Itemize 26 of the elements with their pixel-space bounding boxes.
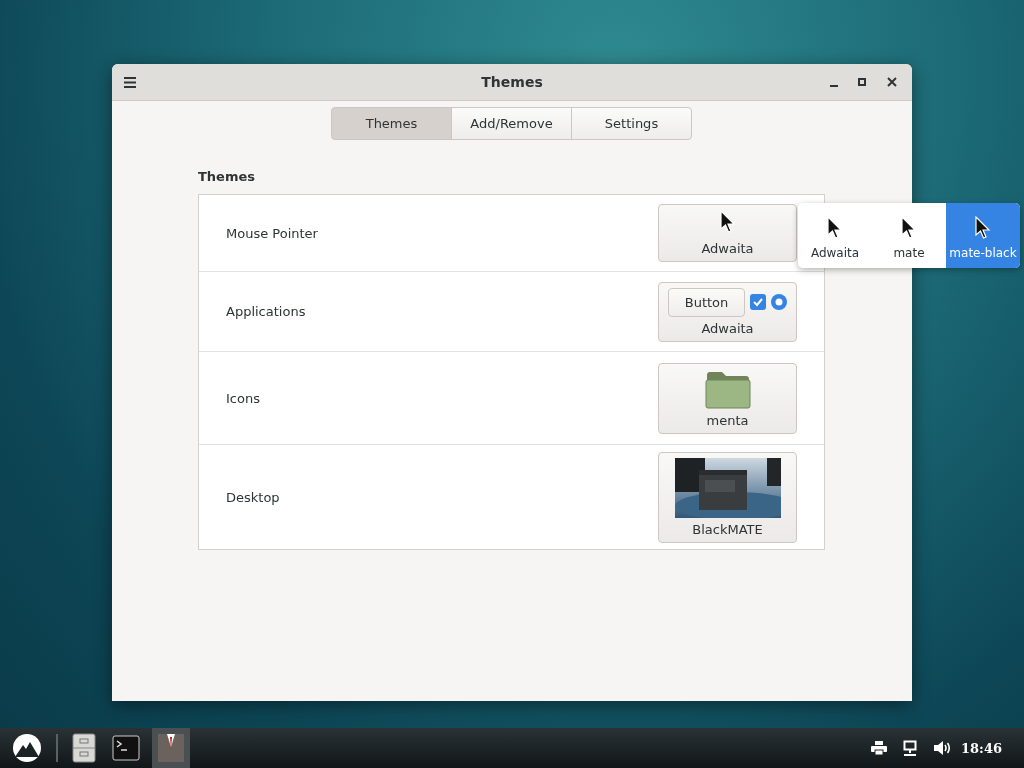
maximize-icon — [856, 76, 868, 88]
window-title: Themes — [481, 74, 543, 90]
row-label: Mouse Pointer — [226, 225, 319, 241]
menu-item[interactable]: Adwaita — [798, 203, 872, 268]
theme-picker[interactable]: Button Adwaita — [658, 281, 797, 342]
pointer-icon — [901, 216, 917, 240]
row-label: Applications — [226, 304, 307, 319]
row-label: Icons — [226, 390, 261, 406]
theme-picker[interactable]: Adwaita — [658, 204, 797, 262]
theme-picker[interactable]: BlackMATE — [658, 451, 797, 543]
tab[interactable]: Add/Remove — [451, 107, 572, 140]
minimize-icon — [830, 85, 838, 87]
pointer-icon — [719, 210, 736, 234]
section-title: Themes — [198, 169, 257, 184]
row-label: Desktop — [226, 489, 281, 505]
pointer-icon — [975, 216, 991, 240]
tab[interactable]: Settings — [571, 107, 692, 140]
menu-item[interactable]: mate-black — [946, 203, 1020, 268]
pointer-icon — [827, 216, 843, 240]
theme-picker[interactable]: menta — [658, 362, 797, 434]
clock: 18:46 — [961, 740, 1002, 756]
tab[interactable]: Themes — [331, 107, 452, 140]
menu-item[interactable]: mate — [872, 203, 946, 268]
suit-icon[interactable] — [152, 728, 190, 768]
menu-icon[interactable] — [122, 74, 138, 90]
sample-button: Button — [667, 287, 746, 317]
